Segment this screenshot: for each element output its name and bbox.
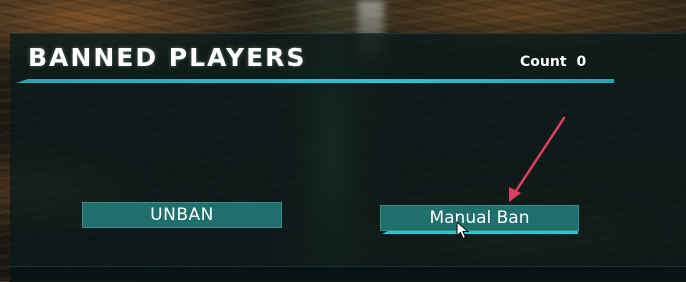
count-label: Count — [520, 54, 567, 70]
manual-ban-button[interactable]: Manual Ban — [380, 205, 579, 231]
count-display: Count 0 — [520, 54, 586, 70]
manual-ban-underline — [382, 231, 578, 234]
panel-bottom-bar — [10, 266, 686, 282]
count-value: 0 — [576, 54, 587, 70]
panel-title: BANNED PLAYERS — [28, 43, 307, 72]
unban-button[interactable]: UNBAN — [82, 202, 282, 228]
mouse-cursor-icon — [456, 221, 470, 240]
header-divider — [16, 79, 614, 83]
